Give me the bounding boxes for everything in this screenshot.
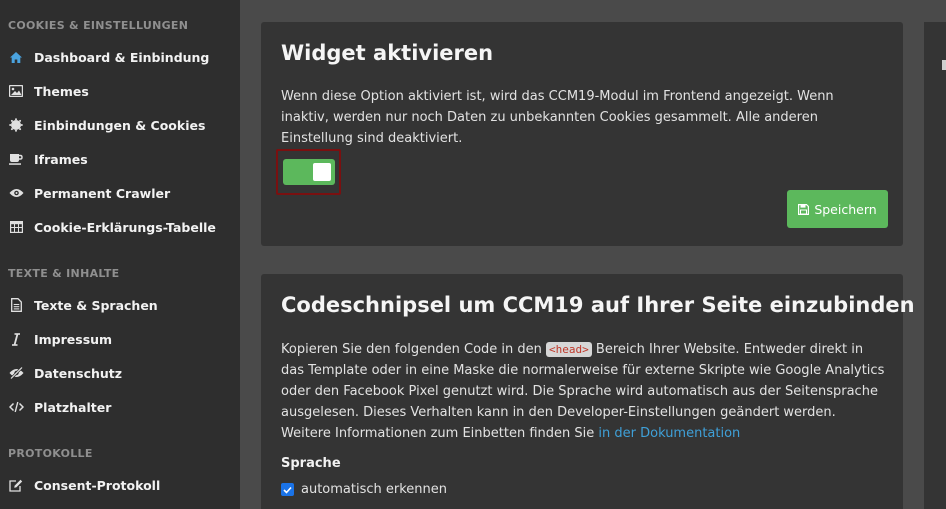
sidebar-item-consent-protokoll[interactable]: Consent-Protokoll: [0, 471, 240, 499]
sidebar-item-label: Consent-Protokoll: [34, 477, 161, 493]
widget-card-title: Widget aktivieren: [281, 41, 494, 65]
sidebar-item-themes[interactable]: Themes: [0, 77, 240, 105]
sidebar-item-einbindungen-cookies[interactable]: Einbindungen & Cookies: [0, 111, 240, 139]
sidebar-item-label: Platzhalter: [34, 399, 112, 415]
sidebar-item-platzhalter[interactable]: Platzhalter: [0, 393, 240, 421]
coffee-icon: [8, 151, 24, 167]
auto-detect-row: automatisch erkennen: [281, 482, 447, 497]
widget-card: Widget aktivieren Wenn diese Option akti…: [261, 22, 903, 246]
sidebar-item-iframes[interactable]: Iframes: [0, 145, 240, 173]
sidebar-item-label: Einbindungen & Cookies: [34, 117, 206, 133]
sidebar-item-texte-sprachen[interactable]: Texte & Sprachen: [0, 291, 240, 319]
widget-toggle[interactable]: [283, 159, 335, 185]
code-card-title: Codeschnipsel um CCM19 auf Ihrer Seite e…: [281, 293, 915, 317]
section-title-texte: TEXTE & INHALTE: [8, 267, 120, 280]
sidebar-item-label: Themes: [34, 83, 89, 99]
sidebar-item-permanent-crawler[interactable]: Permanent Crawler: [0, 179, 240, 207]
sidebar-item-dashboard[interactable]: Dashboard & Einbindung: [0, 43, 240, 71]
italic-icon: [8, 331, 24, 347]
sidebar-item-label: Texte & Sprachen: [34, 297, 158, 313]
documentation-link[interactable]: in der Dokumentation: [598, 426, 740, 441]
save-button[interactable]: Speichern: [787, 190, 888, 228]
code-icon: [8, 399, 24, 415]
sidebar-item-label: Cookie-Erklärungs-Tabelle: [34, 219, 216, 235]
sidebar-item-label: Impressum: [34, 331, 113, 347]
widget-card-description: Wenn diese Option aktiviert ist, wird da…: [281, 89, 834, 146]
right-card-edge: [924, 22, 946, 509]
section-title-protokolle: PROTOKOLLE: [8, 447, 93, 460]
sidebar-item-label: Dashboard & Einbindung: [34, 49, 210, 65]
right-card-mark: [942, 60, 946, 70]
auto-detect-label: automatisch erkennen: [301, 482, 448, 497]
document-icon: [8, 297, 24, 313]
eye-icon: [8, 185, 24, 201]
sidebar-item-cookie-erklaerungs-tabelle[interactable]: Cookie-Erklärungs-Tabelle: [0, 213, 240, 241]
section-title-cookies: COOKIES & EINSTELLUNGEN: [8, 19, 189, 32]
sidebar-item-label: Permanent Crawler: [34, 185, 171, 201]
toggle-knob: [313, 163, 331, 181]
image-icon: [8, 83, 24, 99]
table-icon: [8, 219, 24, 235]
eye-slash-icon: [8, 365, 24, 381]
sidebar-item-label: Iframes: [34, 151, 88, 167]
description-text: Kopieren Sie den folgenden Code in den: [281, 342, 547, 357]
sidebar: COOKIES & EINSTELLUNGEN Dashboard & Einb…: [0, 0, 240, 509]
sidebar-item-datenschutz[interactable]: Datenschutz: [0, 359, 240, 387]
save-icon: [798, 203, 810, 215]
sidebar-item-impressum[interactable]: Impressum: [0, 325, 240, 353]
auto-detect-checkbox[interactable]: [281, 483, 294, 496]
sidebar-item-label: Datenschutz: [34, 365, 123, 381]
head-code-tag: <head>: [546, 342, 592, 357]
cookie-icon: [8, 117, 24, 133]
language-label: Sprache: [281, 456, 341, 471]
code-card: Codeschnipsel um CCM19 auf Ihrer Seite e…: [261, 274, 915, 509]
save-button-label: Speichern: [814, 201, 877, 217]
edit-icon: [8, 477, 24, 493]
checkmark-icon: [283, 486, 292, 494]
toggle-highlight: [276, 149, 341, 195]
code-card-description: Kopieren Sie den folgenden Code in den <…: [281, 339, 885, 444]
home-icon: [8, 49, 24, 65]
